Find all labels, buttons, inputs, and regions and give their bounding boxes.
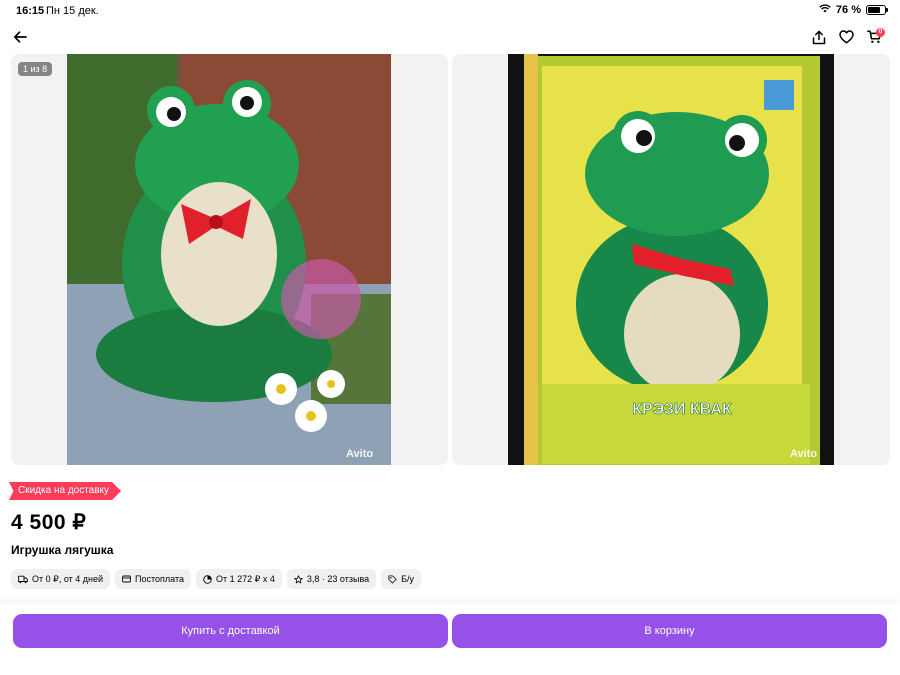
info-chips: От 0 ₽, от 4 дней Постоплата От 1 272 ₽ … xyxy=(11,569,422,589)
installment-icon xyxy=(203,574,212,584)
status-right: 76 % xyxy=(819,4,888,16)
status-date: Пн 15 дек. xyxy=(46,5,99,17)
status-time: 16:15 xyxy=(16,5,45,17)
wallet-icon xyxy=(122,575,131,583)
listing-title: Игрушка лягушка xyxy=(11,543,114,557)
postpay-chip[interactable]: Постоплата xyxy=(115,569,192,589)
rating-chip-label: 3,8 · 23 отзыва xyxy=(306,574,370,584)
status-bar: 16:15 Пн 15 дек. 76 % xyxy=(0,0,900,22)
heart-icon xyxy=(838,30,854,44)
delivery-discount-badge: Скидка на доставку xyxy=(9,482,122,500)
photo-gallery[interactable]: 1 из 8 Avito КРЭЗИ КВАК Avito xyxy=(11,54,900,465)
tag-icon xyxy=(388,574,397,584)
rating-chip[interactable]: 3,8 · 23 отзыва xyxy=(286,569,377,589)
battery-icon xyxy=(866,5,888,15)
gallery-photo-1[interactable]: 1 из 8 Avito xyxy=(11,54,448,465)
gallery-photo-2[interactable]: КРЭЗИ КВАК Avito xyxy=(452,54,890,465)
arrow-left-icon xyxy=(13,31,27,43)
installment-chip-label: От 1 272 ₽ х 4 xyxy=(216,573,275,584)
condition-chip[interactable]: Б/у xyxy=(381,569,422,589)
delivery-chip[interactable]: От 0 ₽, от 4 дней xyxy=(11,569,111,589)
condition-chip-label: Б/у xyxy=(401,574,415,584)
delivery-chip-label: От 0 ₽, от 4 дней xyxy=(32,573,104,584)
box-title-text: КРЭЗИ КВАК xyxy=(632,401,732,418)
battery-fill xyxy=(868,7,881,13)
postpay-chip-label: Постоплата xyxy=(135,574,185,584)
back-button[interactable] xyxy=(9,26,31,48)
share-button[interactable] xyxy=(808,26,830,48)
installment-chip[interactable]: От 1 272 ₽ х 4 xyxy=(196,569,282,589)
truck-icon xyxy=(18,575,28,583)
frog-toy-photo xyxy=(11,54,448,465)
share-icon xyxy=(812,30,826,44)
star-icon xyxy=(294,574,303,583)
frog-toy-box-photo: КРЭЗИ КВАК xyxy=(452,54,890,465)
favorite-button[interactable] xyxy=(835,26,857,48)
bottom-action-bar: Купить с доставкой В корзину xyxy=(0,603,900,675)
cart-badge: 0 xyxy=(876,28,885,37)
battery-percent: 76 % xyxy=(835,4,861,16)
price: 4 500 ₽ xyxy=(11,511,87,534)
buy-with-delivery-button[interactable]: Купить с доставкой xyxy=(13,614,448,648)
top-navbar xyxy=(0,24,900,50)
wifi-icon xyxy=(819,4,831,16)
avito-watermark: Avito xyxy=(790,448,818,460)
avito-watermark: Avito xyxy=(346,448,374,460)
photo-counter: 1 из 8 xyxy=(18,62,53,76)
add-to-cart-button[interactable]: В корзину xyxy=(452,614,887,648)
